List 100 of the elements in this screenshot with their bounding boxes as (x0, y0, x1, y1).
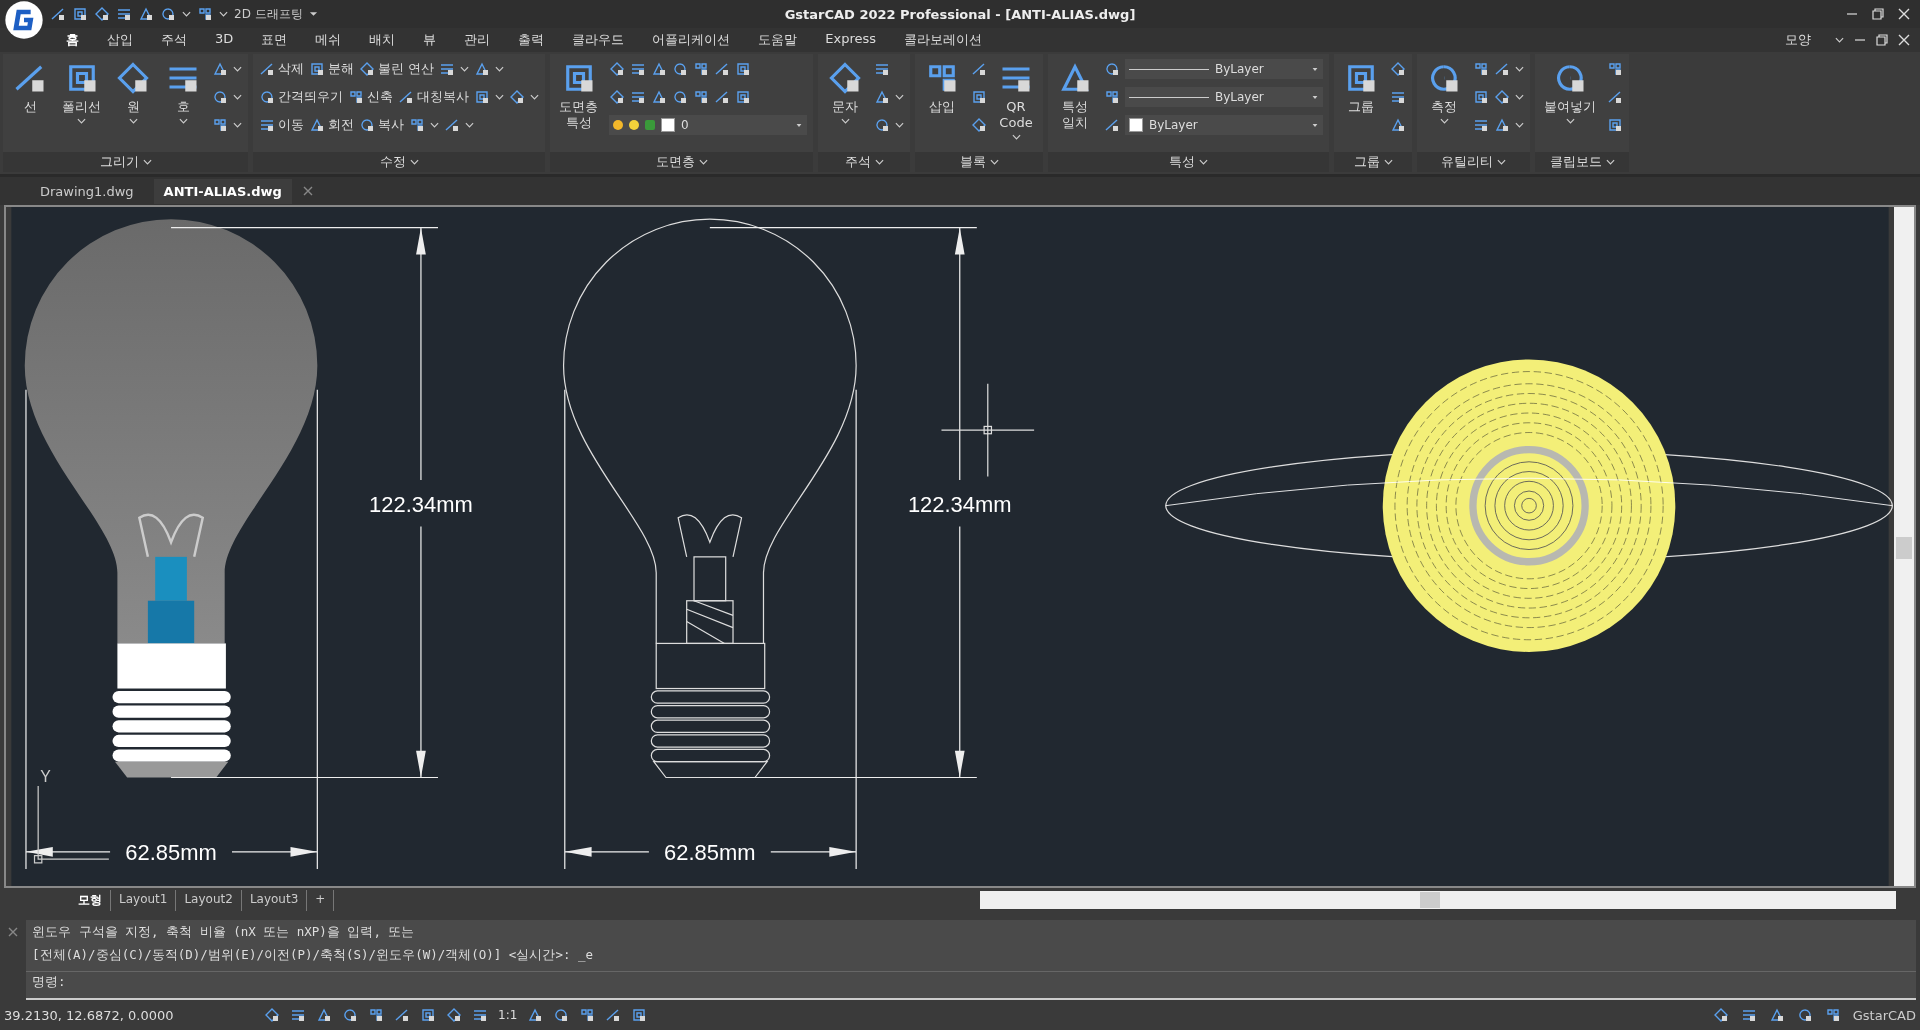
status-toggle-icon[interactable] (368, 1007, 384, 1023)
status-toggle-icon[interactable] (316, 1007, 332, 1023)
caret-icon[interactable] (233, 122, 242, 128)
tool-icon[interactable] (409, 117, 425, 133)
ribbon-button[interactable]: 불린 연산 (359, 60, 435, 78)
caret-icon[interactable] (219, 11, 228, 17)
caret-icon[interactable] (233, 66, 242, 72)
ribbon-tab[interactable]: 메쉬 (301, 31, 356, 49)
tool-icon[interactable] (439, 61, 456, 77)
tool-icon[interactable] (1390, 89, 1406, 105)
status-toggle-icon[interactable] (290, 1007, 306, 1023)
ribbon-button[interactable]: 측정 (1423, 58, 1465, 126)
panel-title[interactable]: 그리기 (99, 152, 139, 172)
caret-icon[interactable] (1311, 66, 1319, 72)
caret-icon[interactable] (233, 94, 242, 100)
view-menu[interactable]: 모양 (1771, 31, 1825, 49)
ribbon-tab[interactable]: 삽입 (93, 31, 147, 49)
tool-icon[interactable] (971, 89, 987, 105)
caret-icon[interactable] (495, 66, 505, 72)
tool-icon[interactable] (1104, 89, 1120, 105)
tool-icon[interactable] (630, 89, 646, 105)
linetype-dropdown[interactable]: ByLayer (1125, 87, 1323, 107)
tool-icon[interactable] (212, 61, 228, 77)
ribbon-tab[interactable]: 콜라보레이션 (890, 31, 997, 49)
ribbon-tab[interactable]: Express (811, 31, 891, 49)
ribbon-tab[interactable]: 관리 (450, 31, 505, 49)
tool-icon[interactable] (874, 117, 890, 133)
caret-icon[interactable] (1565, 118, 1575, 124)
caret-icon[interactable] (495, 94, 504, 100)
ribbon-tab[interactable]: 홈 (52, 31, 93, 49)
status-toggle-icon[interactable] (342, 1007, 358, 1023)
caret-icon[interactable] (178, 118, 188, 124)
ribbon-button[interactable]: 신축 (348, 88, 393, 106)
caret-icon[interactable] (1011, 134, 1021, 140)
caret-icon[interactable] (840, 118, 850, 124)
caret-icon[interactable] (142, 159, 152, 165)
status-toggle-icon[interactable] (394, 1007, 410, 1023)
caret-icon[interactable] (1515, 94, 1524, 100)
ribbon-button[interactable]: 원 (112, 58, 154, 126)
caret-icon[interactable] (1497, 159, 1506, 165)
caret-icon[interactable] (1439, 118, 1449, 124)
status-toggle-icon[interactable] (472, 1007, 488, 1023)
tool-icon[interactable] (212, 89, 228, 105)
tool-icon[interactable] (1607, 61, 1623, 77)
ribbon-button[interactable]: 붙여넣기 (1541, 58, 1599, 126)
caret-icon[interactable] (895, 122, 904, 128)
tool-icon[interactable] (714, 89, 730, 105)
panel-title[interactable]: 특성 (1169, 152, 1195, 172)
ribbon-tab[interactable]: 표면 (247, 31, 302, 49)
tool-icon[interactable] (609, 89, 625, 105)
restore-icon[interactable] (1876, 34, 1888, 46)
ribbon-button[interactable]: QR Code (995, 58, 1037, 142)
tool-icon[interactable] (1607, 117, 1623, 133)
ribbon-button[interactable]: 대칭복사 (398, 88, 469, 106)
ribbon-tab[interactable]: 클라우드 (558, 31, 639, 49)
tool-icon[interactable] (212, 117, 228, 133)
tool-icon[interactable] (651, 89, 667, 105)
caret-icon[interactable] (1515, 122, 1524, 128)
tool-icon[interactable] (971, 117, 987, 133)
tool-icon[interactable] (444, 117, 460, 133)
caret-icon[interactable] (795, 122, 803, 128)
status-toggle-icon[interactable] (420, 1007, 436, 1023)
document-tab[interactable]: Drawing1.dwg (30, 178, 144, 204)
ribbon-button[interactable]: 삽입 (921, 58, 963, 117)
caret-icon[interactable] (182, 11, 191, 17)
layout-tab[interactable]: + (307, 889, 335, 911)
tool-icon[interactable] (1473, 117, 1489, 133)
tool-icon[interactable] (509, 89, 525, 105)
tool-icon[interactable] (1473, 89, 1489, 105)
ribbon-button[interactable]: 삭제 (259, 60, 304, 78)
status-toggle-icon[interactable] (527, 1007, 544, 1023)
ribbon-button[interactable]: 그룹 (1340, 58, 1382, 117)
ribbon-button[interactable]: 폴리선 (59, 58, 104, 126)
caret-icon[interactable] (1311, 94, 1319, 100)
caret-icon[interactable] (77, 118, 86, 124)
ribbon-tab[interactable]: 도움말 (744, 31, 812, 49)
caret-icon[interactable] (530, 94, 539, 100)
tool-icon[interactable] (1607, 89, 1623, 105)
tool-icon[interactable] (874, 61, 890, 77)
caret-icon[interactable] (1515, 66, 1524, 72)
tool-icon[interactable] (874, 89, 890, 105)
ribbon-button[interactable]: 도면층 특성 (556, 58, 601, 133)
ribbon-button[interactable]: 특성 일치 (1054, 58, 1096, 133)
ribbon-button[interactable]: 호 (162, 58, 204, 126)
status-toggle-icon[interactable] (631, 1007, 648, 1023)
caret-icon[interactable] (1311, 122, 1319, 128)
ribbon-button[interactable]: 분해 (309, 60, 354, 78)
status-toggle-icon[interactable] (553, 1007, 570, 1023)
panel-title[interactable]: 도면층 (655, 152, 695, 172)
caret-icon[interactable] (874, 159, 884, 165)
ribbon-tab[interactable]: 뷰 (409, 31, 451, 49)
status-toggle-icon[interactable] (579, 1007, 596, 1023)
caret-icon[interactable] (465, 122, 474, 128)
ribbon-tab[interactable]: 배치 (355, 31, 410, 49)
ribbon-tab[interactable]: 출력 (504, 31, 559, 49)
linetype-dropdown[interactable]: ByLayer (1125, 59, 1323, 79)
layout-tab[interactable]: Layout3 (241, 889, 308, 911)
command-input-field[interactable]: 명령: (26, 971, 1916, 998)
tool-icon[interactable] (1390, 117, 1406, 133)
caret-icon[interactable] (308, 11, 318, 17)
